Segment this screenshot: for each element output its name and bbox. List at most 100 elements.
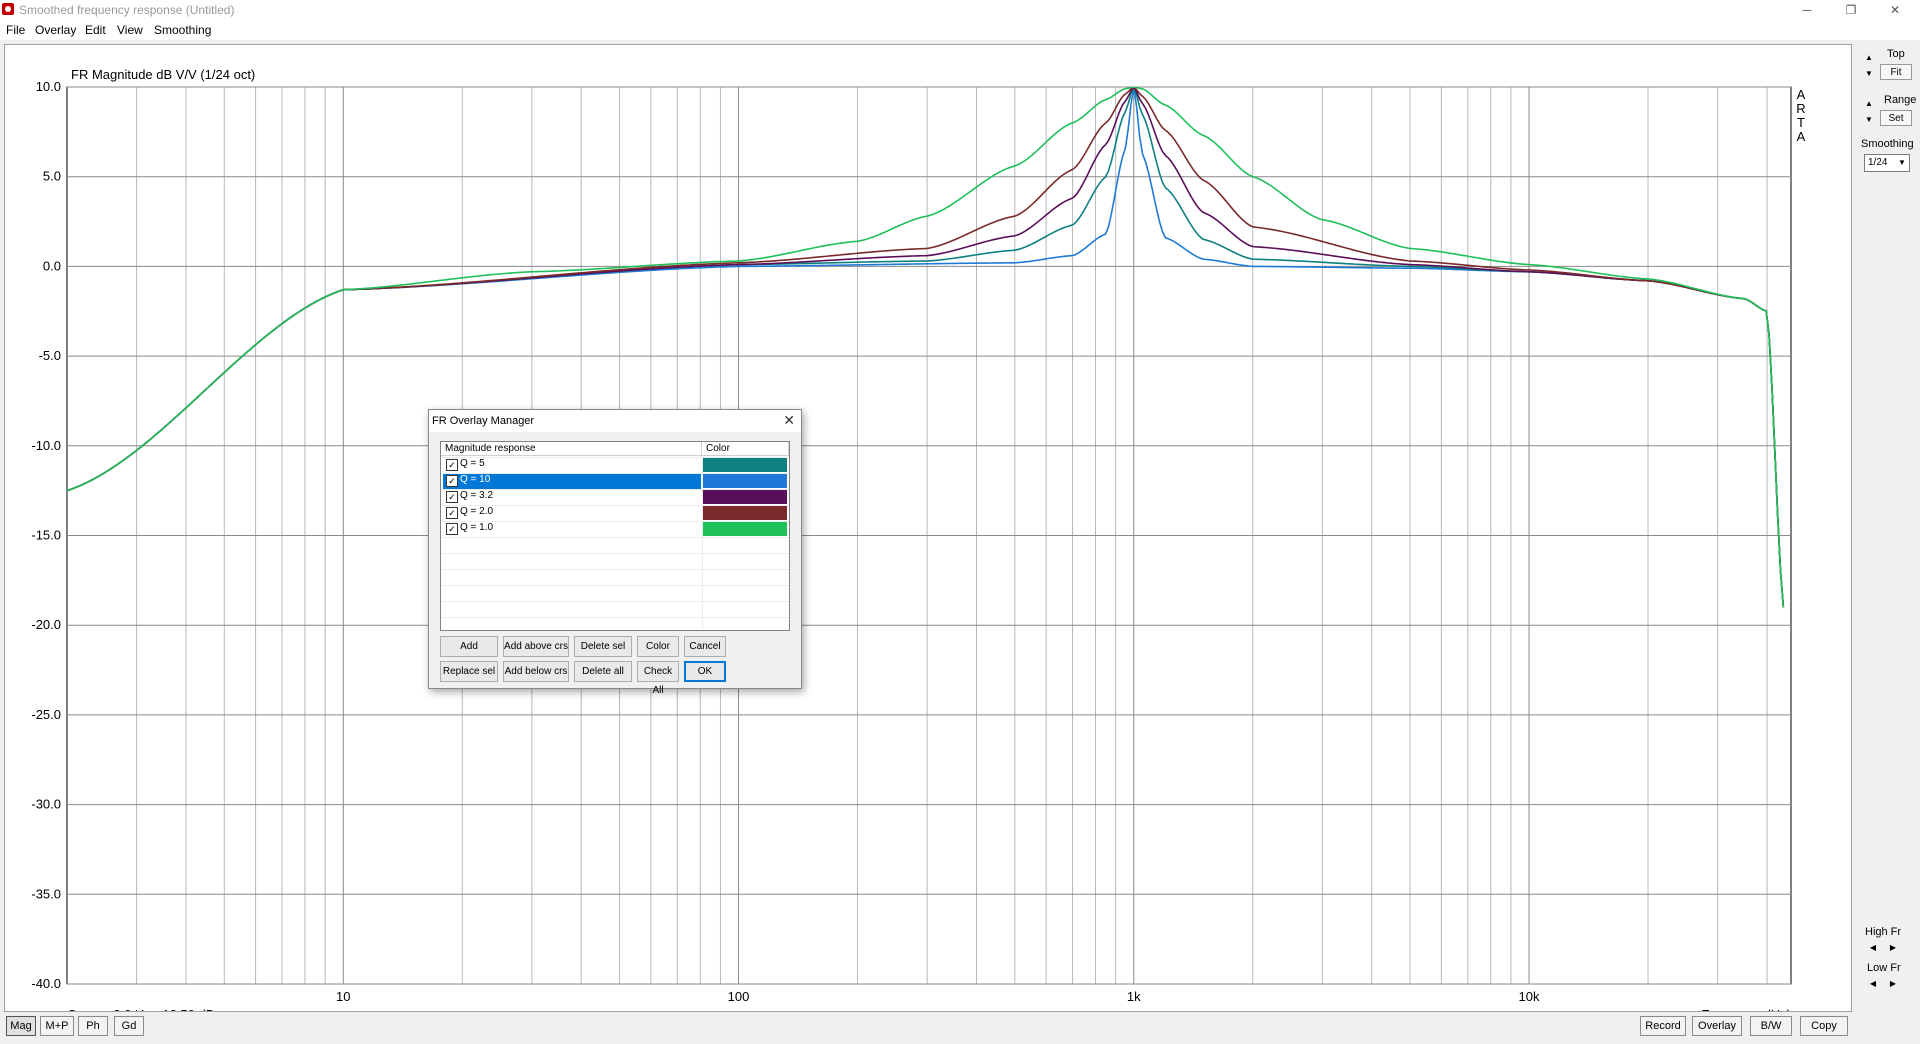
overlay-row-label-cell: ✓ Q = 3.2 [443, 489, 701, 505]
replace-sel-button[interactable]: Replace sel [440, 661, 498, 682]
y-tick-label: 5.0 [43, 169, 61, 184]
color-button[interactable]: Color [637, 636, 679, 657]
y-tick-label: -35.0 [31, 886, 61, 901]
low-fr-right-arrow-icon[interactable]: ▶ [1886, 978, 1900, 990]
menu-bar: File Overlay Edit View Smoothing [0, 20, 1920, 40]
ph-button[interactable]: Ph [78, 1016, 108, 1036]
overlay-label: Q = 5 [460, 458, 485, 469]
list-gridline [441, 617, 789, 618]
set-button[interactable]: Set [1880, 110, 1912, 126]
mag-button[interactable]: Mag [6, 1016, 36, 1036]
arta-letter: T [1797, 115, 1805, 130]
add-above-crs-button[interactable]: Add above crs [503, 636, 569, 657]
overlay-row-label-cell: ✓ Q = 10 [443, 473, 701, 489]
ok-button[interactable]: OK [684, 661, 726, 682]
arta-letter: A [1797, 87, 1806, 102]
app-icon [2, 3, 14, 15]
mp-button[interactable]: M+P [40, 1016, 74, 1036]
list-gridline [441, 505, 789, 506]
side-panel: ▲ ▼ Top Fit ▲ ▼ Range Set Smoothing 1/24… [1852, 44, 1920, 1010]
top-down-arrow-icon[interactable]: ▼ [1862, 68, 1876, 80]
column-header-color[interactable]: Color [702, 442, 789, 456]
overlay-color-swatch[interactable] [703, 474, 787, 488]
window-title: Smoothed frequency response (Untitled) [19, 3, 235, 17]
title-bar: Smoothed frequency response (Untitled) ─… [0, 0, 1920, 20]
high-fr-right-arrow-icon[interactable]: ▶ [1886, 942, 1900, 954]
overlay-row-label-cell: ✓ Q = 5 [443, 457, 701, 473]
low-fr-label: Low Fr [1867, 962, 1901, 974]
overlay-row-label-cell: ✓ Q = 1.0 [443, 521, 701, 537]
overlay-row[interactable]: ✓ Q = 10 [441, 473, 789, 489]
y-tick-label: -10.0 [31, 438, 61, 453]
overlay-color-swatch[interactable] [703, 458, 787, 472]
cancel-button[interactable]: Cancel [684, 636, 726, 657]
plot-panel[interactable]: 10.0 5.0 0.0 -5.0 -10.0 -15.0 -20.0 -25.0 -30.0 -… [4, 44, 1852, 1012]
bw-button[interactable]: B/W [1750, 1016, 1792, 1036]
frequency-response-chart[interactable]: 10.0 5.0 0.0 -5.0 -10.0 -15.0 -20.0 -25.0 -30.0 -… [5, 45, 1851, 1011]
column-header-magnitude[interactable]: Magnitude response [441, 442, 702, 456]
smoothing-select[interactable]: 1/24 ▼ [1864, 154, 1910, 172]
minimize-button[interactable]: ─ [1784, 0, 1830, 20]
range-label: Range [1884, 94, 1917, 106]
dialog-close-icon[interactable]: ✕ [783, 412, 795, 429]
y-tick-label: -5.0 [39, 348, 61, 363]
list-gridline [441, 553, 789, 554]
range-up-arrow-icon[interactable]: ▲ [1862, 98, 1876, 110]
top-up-arrow-icon[interactable]: ▲ [1862, 52, 1876, 64]
y-tick-label: -20.0 [31, 617, 61, 632]
x-tick-label: 10k [1519, 989, 1540, 1004]
delete-all-button[interactable]: Delete all [574, 661, 632, 682]
add-button[interactable]: Add [440, 636, 498, 657]
overlay-button[interactable]: Overlay [1692, 1016, 1742, 1036]
overlay-row[interactable]: ✓ Q = 5 [441, 457, 789, 473]
low-fr-left-arrow-icon[interactable]: ◀ [1866, 978, 1880, 990]
y-tick-label: -30.0 [31, 797, 61, 812]
gd-button[interactable]: Gd [114, 1016, 144, 1036]
delete-sel-button[interactable]: Delete sel [574, 636, 632, 657]
menu-file[interactable]: File [6, 23, 25, 37]
overlay-label: Q = 3.2 [460, 490, 494, 501]
list-column-divider [702, 457, 703, 630]
x-tick-label: 1k [1127, 989, 1141, 1004]
fit-button[interactable]: Fit [1880, 64, 1912, 80]
overlay-checkbox[interactable]: ✓ [446, 523, 458, 535]
top-label: Top [1887, 48, 1905, 60]
list-gridline [441, 585, 789, 586]
list-gridline [441, 457, 789, 458]
cursor-readout: Cursor: 2.0 Hz, -12.50 dB [67, 1007, 214, 1011]
overlay-row[interactable]: ✓ Q = 1.0 [441, 521, 789, 537]
overlay-checkbox[interactable]: ✓ [446, 475, 458, 487]
x-tick-label: 10 [336, 989, 350, 1004]
high-fr-left-arrow-icon[interactable]: ◀ [1866, 942, 1880, 954]
overlay-checkbox[interactable]: ✓ [446, 459, 458, 471]
menu-view[interactable]: View [117, 23, 143, 37]
overlay-color-swatch[interactable] [703, 522, 787, 536]
menu-edit[interactable]: Edit [85, 23, 106, 37]
overlay-checkbox[interactable]: ✓ [446, 507, 458, 519]
close-button[interactable]: ✕ [1872, 0, 1918, 20]
x-tick-label: 100 [728, 989, 750, 1004]
dialog-title: FR Overlay Manager [432, 415, 535, 427]
overlay-color-swatch[interactable] [703, 490, 787, 504]
overlay-list[interactable]: Magnitude response Color ✓ Q = 5 ✓ Q = 10 ✓ Q… [440, 441, 790, 631]
overlay-checkbox[interactable]: ✓ [446, 491, 458, 503]
check-all-button[interactable]: Check All [637, 661, 679, 696]
record-button[interactable]: Record [1640, 1016, 1686, 1036]
y-tick-label: 10.0 [36, 79, 61, 94]
overlay-row[interactable]: ✓ Q = 3.2 [441, 489, 789, 505]
chevron-down-icon: ▼ [1898, 158, 1906, 167]
copy-button[interactable]: Copy [1800, 1016, 1848, 1036]
dialog-title-bar: FR Overlay Manager ✕ [429, 410, 801, 432]
range-down-arrow-icon[interactable]: ▼ [1862, 114, 1876, 126]
overlay-label: Q = 1.0 [460, 522, 494, 533]
list-gridline [441, 537, 789, 538]
high-fr-label: High Fr [1865, 926, 1902, 938]
restore-button[interactable]: ❐ [1828, 0, 1874, 20]
overlay-row[interactable]: ✓ Q = 2.0 [441, 505, 789, 521]
menu-smoothing[interactable]: Smoothing [154, 23, 211, 37]
menu-overlay[interactable]: Overlay [35, 23, 76, 37]
add-below-crs-button[interactable]: Add below crs [503, 661, 569, 682]
overlay-row-label-cell: ✓ Q = 2.0 [443, 505, 701, 521]
overlay-color-swatch[interactable] [703, 506, 787, 520]
y-tick-label: -15.0 [31, 528, 61, 543]
